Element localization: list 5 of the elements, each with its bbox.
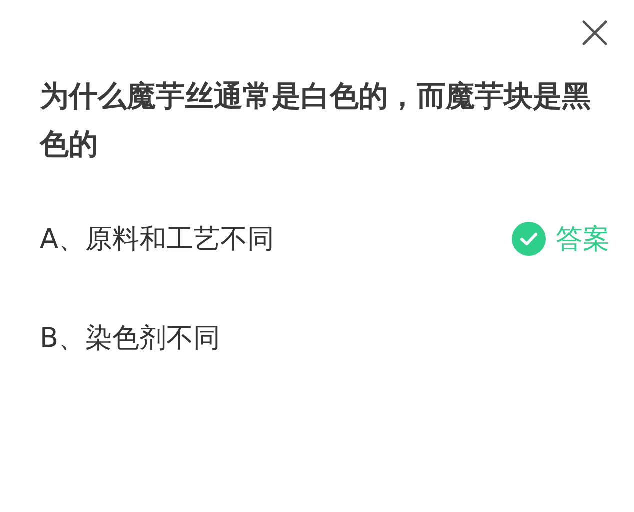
answer-option[interactable]: A、原料和工艺不同 — [40, 221, 274, 257]
close-button[interactable] — [580, 18, 610, 48]
answer-option[interactable]: B、染色剂不同 — [40, 320, 221, 356]
answer-label: 答案 — [556, 223, 610, 257]
question-text: 为什么魔芋丝通常是白色的，而魔芋块是黑色的 — [40, 78, 592, 163]
